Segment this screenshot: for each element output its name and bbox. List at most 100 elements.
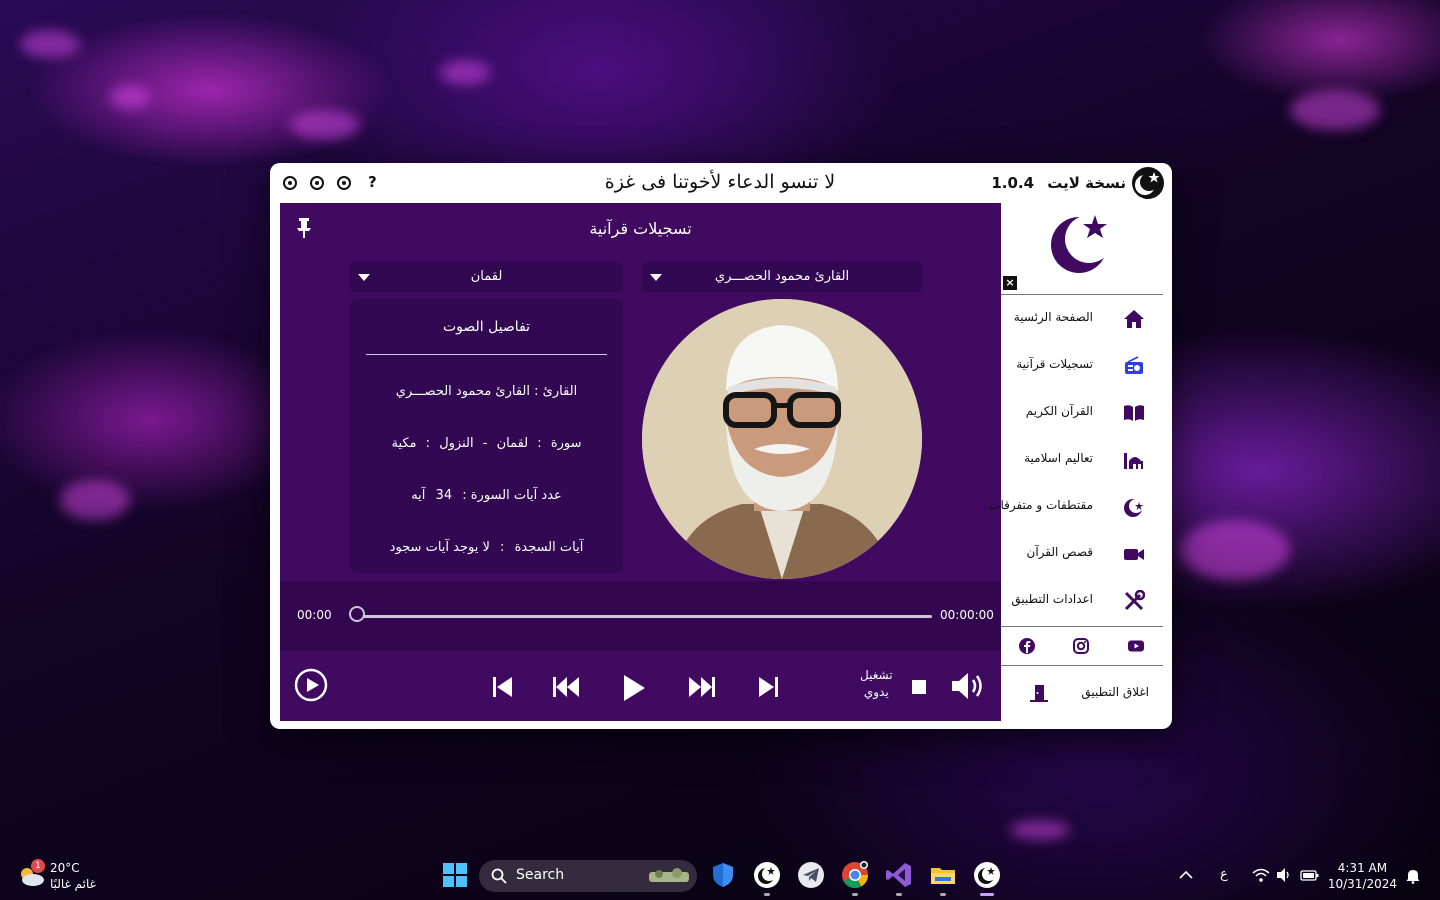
revelation-label: النزول [439, 436, 474, 451]
sidebar-item-recordings[interactable]: تسجيلات قرآنية [1001, 342, 1163, 389]
skip-to-start-button[interactable] [492, 675, 514, 699]
chevron-down-icon [358, 274, 370, 281]
verses-unit: آيه [411, 488, 426, 503]
close-window-button[interactable] [283, 176, 297, 190]
title-bar: ? لا تنسو الدعاء لأخوتنا فى غزة نسخة لاي… [270, 163, 1172, 203]
defender-shield-icon[interactable] [709, 861, 737, 889]
rewind-button[interactable] [552, 676, 580, 698]
separator: : [425, 436, 431, 451]
surah-value: لقمان [496, 436, 529, 451]
clock-date: 10/31/2024 [1327, 877, 1397, 891]
start-windows-icon[interactable] [441, 861, 469, 889]
dua-banner: لا تنسو الدعاء لأخوتنا فى غزة [604, 171, 836, 193]
mosque-icon [1124, 453, 1143, 469]
battery-icon[interactable] [1300, 868, 1320, 882]
reciter-portrait [642, 299, 922, 579]
islamic-app-icon[interactable] [753, 861, 781, 889]
fast-forward-button[interactable] [688, 676, 716, 698]
running-indicator [980, 893, 994, 896]
sidebar-item-label: اعدادات التطبيق [1011, 592, 1093, 606]
revelation-value: مكية [391, 436, 417, 451]
reciter-row: القارئ : القارئ محمود الحصـــري [350, 384, 623, 399]
speaker-icon[interactable] [1276, 867, 1292, 883]
instagram-icon[interactable] [1072, 637, 1090, 655]
play-button[interactable] [622, 674, 646, 702]
reciter-image [642, 299, 922, 579]
bg-light [1290, 90, 1380, 130]
sidebar-item-label: تعاليم اسلامية [1024, 451, 1093, 465]
video-icon [1124, 549, 1144, 560]
close-sidebar-button[interactable]: × [1003, 276, 1017, 290]
bg-light [20, 30, 80, 58]
app-logo-icon [1132, 167, 1164, 199]
volume-icon[interactable] [950, 671, 988, 701]
reciter-value: القارئ محمود الحصـــري [395, 384, 530, 399]
separator: - [482, 436, 488, 451]
input-language[interactable]: ع [1220, 867, 1228, 882]
edition-label: نسخة لايت [1047, 174, 1126, 192]
file-explorer-icon[interactable] [929, 861, 957, 889]
sidebar: × الصفحة الرئسية تسجيلات قرآنية القرآن ا… [989, 203, 1163, 721]
play-mode-line2: يدوي [863, 685, 889, 699]
bg-light [1180, 520, 1290, 580]
sidebar-item-teachings[interactable]: تعاليم اسلامية [1001, 436, 1163, 483]
sidebar-item-stories[interactable]: قصص القرآن [1001, 530, 1163, 577]
exit-app-button[interactable]: اغلاق التطبيق [1001, 675, 1163, 715]
notification-icon[interactable] [1405, 868, 1421, 884]
facebook-icon[interactable] [1018, 637, 1036, 655]
sajda-row: آيات السجدة : لا يوجد آيات سجود [350, 540, 623, 555]
seek-thumb[interactable] [349, 606, 365, 622]
system-clock[interactable]: 4:31 AM 10/31/2024 [1328, 860, 1397, 892]
exit-door-icon [1030, 685, 1048, 702]
minimize-window-button[interactable] [337, 176, 351, 190]
chevron-down-icon [650, 274, 662, 281]
exit-label: اغلاق التطبيق [1081, 685, 1149, 699]
sidebar-item-home[interactable]: الصفحة الرئسية [1001, 295, 1163, 342]
youtube-icon[interactable] [1127, 637, 1145, 655]
visual-studio-icon[interactable] [885, 861, 913, 889]
page-title: تسجيلات قرآنية [589, 219, 692, 238]
version-label: 1.0.4 [991, 174, 1035, 192]
reciter-dropdown[interactable]: القارئ محمود الحصـــري [642, 262, 922, 292]
help-button[interactable]: ? [368, 173, 377, 191]
bg-light [440, 60, 490, 85]
wifi-icon[interactable] [1252, 867, 1270, 883]
islamic-app-active-icon[interactable] [973, 861, 1001, 889]
search-highlight-icon [649, 868, 689, 882]
telegram-icon[interactable] [797, 861, 825, 889]
sidebar-item-quran[interactable]: القرآن الكريم [1001, 389, 1163, 436]
reciter-label: القارئ : [534, 384, 578, 399]
sajda-value: لا يوجد آيات سجود [389, 540, 490, 555]
taskbar: 1 20°C غائم غالبًا Search ع 4:31 AM 10/3… [0, 852, 1440, 900]
surah-dropdown[interactable]: لقمان [350, 262, 623, 292]
skip-to-end-button[interactable] [757, 675, 779, 699]
seek-bar-area: 00:00 00:00:00 [280, 581, 1001, 651]
maximize-window-button[interactable] [310, 176, 324, 190]
reciter-dropdown-value: القارئ محمود الحصـــري [714, 269, 850, 284]
sidebar-item-excerpts[interactable]: مقتطفات و متفرقات [989, 483, 1163, 530]
chevron-up-icon[interactable] [1179, 870, 1193, 880]
verses-label: عدد آيات السورة : [462, 488, 562, 503]
details-heading: تفاصيل الصوت [442, 319, 531, 335]
app-logo-icon [1051, 215, 1113, 273]
bg-light [290, 110, 360, 140]
crescent-icon [1124, 499, 1143, 517]
search-icon [491, 868, 507, 884]
audio-details-card: تفاصيل الصوت القارئ : القارئ محمود الحصـ… [350, 299, 623, 573]
weather-badge: 1 [31, 859, 45, 873]
seek-track[interactable] [358, 615, 932, 618]
divider [366, 354, 607, 355]
sidebar-item-settings[interactable]: اعدادات التطبيق [1001, 577, 1163, 624]
stop-button[interactable] [912, 680, 926, 694]
surah-label: سورة [550, 436, 582, 451]
bg-light [1010, 820, 1070, 840]
taskbar-search[interactable]: Search [479, 860, 697, 892]
running-indicator [764, 893, 770, 896]
chrome-icon[interactable] [841, 861, 869, 889]
weather-widget[interactable]: 20°C غائم غالبًا [50, 860, 96, 892]
elapsed-time: 00:00 [297, 608, 332, 622]
home-icon [1124, 310, 1144, 328]
app-window: ? لا تنسو الدعاء لأخوتنا فى غزة نسخة لاي… [270, 163, 1172, 729]
play-mode-label[interactable]: تشغيل يدوي [860, 667, 893, 701]
autoplay-circle-button[interactable] [294, 668, 328, 702]
